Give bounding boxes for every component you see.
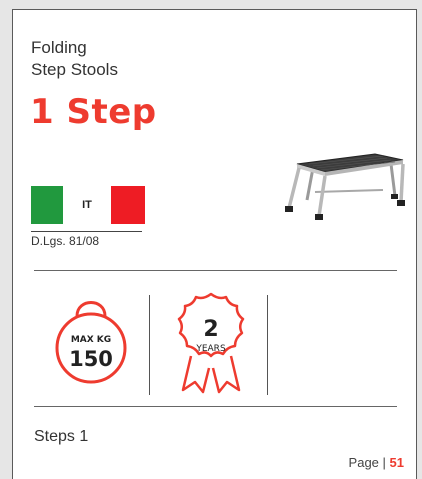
product-card: Folding Step Stools 1 Step IT D.Lgs. 81/… <box>12 9 417 479</box>
step-stool-image <box>285 153 405 220</box>
warranty-unit: YEARS <box>196 344 226 354</box>
divider-bottom <box>34 406 397 407</box>
product-subtitle: Folding Step Stools <box>31 37 118 81</box>
subtitle-line-2: Step Stools <box>31 60 118 79</box>
regulation-label: D.Lgs. 81/08 <box>31 231 142 248</box>
country-flag: IT <box>31 186 145 224</box>
steps-count: Steps 1 <box>34 428 89 445</box>
page-label: Page | <box>348 455 386 470</box>
page-indicator: Page | 51 <box>349 455 404 470</box>
max-load-badge: MAX KG 150 <box>51 292 131 392</box>
flag-red-band <box>111 186 145 224</box>
divider-top <box>34 270 397 271</box>
page-number: 51 <box>389 455 404 470</box>
subtitle-line-1: Folding <box>31 38 87 57</box>
max-load-label: MAX KG <box>70 335 112 345</box>
flag-green-band <box>31 186 63 224</box>
divider-vertical-1 <box>149 295 150 395</box>
warranty-badge: 2 YEARS <box>169 290 253 398</box>
max-load-value: 150 <box>69 347 113 371</box>
country-code: IT <box>82 199 92 211</box>
warranty-value: 2 <box>203 317 219 342</box>
product-title: 1 Step <box>30 92 157 132</box>
divider-vertical-2 <box>267 295 268 395</box>
